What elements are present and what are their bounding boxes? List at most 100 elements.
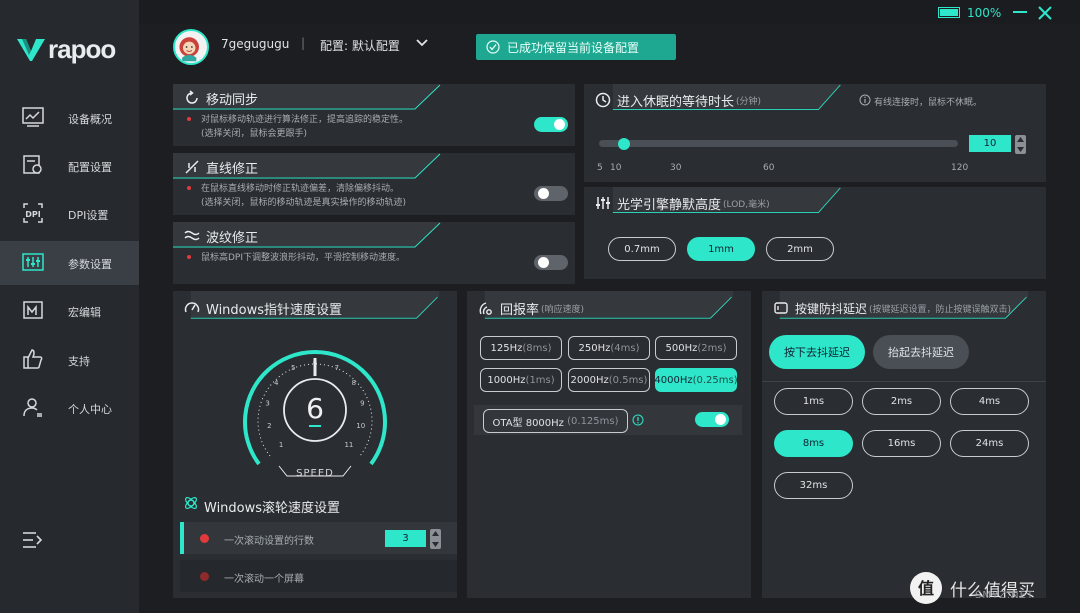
svg-text:DPI: DPI [25, 210, 41, 219]
scroll-screen-row[interactable] [180, 560, 457, 592]
polling-option-4000hz[interactable]: 4000Hz (0.25ms) [654, 368, 738, 392]
dial-number: 4 [274, 379, 279, 387]
debounce-option-1ms[interactable]: 1ms [774, 388, 853, 415]
panel-title: 按键防抖延迟 [795, 301, 868, 316]
check-circle-icon [486, 40, 500, 54]
dial-number: 9 [360, 400, 364, 408]
straight-line-toggle[interactable] [534, 186, 568, 201]
polling-option-2000hz[interactable]: 2000Hz (0.5ms) [568, 368, 650, 392]
lod-option-1mm[interactable]: 1mm [687, 237, 755, 261]
save-success-toast: 已成功保留当前设备配置 [476, 34, 676, 60]
panel-title: 光学引擎静默高度 [617, 197, 722, 213]
sliders-icon [22, 251, 44, 273]
sidebar-item-label: 支持 [68, 355, 90, 368]
dial-number: 11 [344, 441, 353, 449]
dial-number: 10 [356, 422, 365, 430]
option-sub: (0.125ms) [567, 415, 619, 427]
battery-level: 100% [967, 6, 1002, 20]
motion-sync-toggle[interactable] [534, 117, 568, 132]
slider-tick: 10 [610, 163, 622, 173]
minimize-button[interactable] [1013, 11, 1027, 13]
polling-option-250hz[interactable]: 250Hz (4ms) [568, 336, 650, 360]
dial-number: 8 [352, 379, 356, 387]
slider-tick: 60 [763, 163, 775, 173]
sidebar-item-label: 设备概况 [68, 113, 112, 126]
panel-unit: (LOD,毫米) [723, 199, 770, 210]
speed-label: SPEED [296, 468, 334, 479]
debounce-option-8ms[interactable]: 8ms [774, 430, 853, 457]
battery-icon [938, 7, 960, 18]
option-sub: (0.5ms) [608, 374, 648, 386]
sidebar-item-support[interactable]: 支持 [0, 338, 139, 382]
macro-icon [22, 299, 44, 321]
sleep-slider-track[interactable] [599, 140, 958, 147]
toast-text: 已成功保留当前设备配置 [507, 40, 640, 55]
sidebar-item-label: 参数设置 [68, 258, 112, 271]
avatar[interactable] [173, 29, 209, 65]
press-debounce-tab[interactable]: 按下去抖延迟 [769, 335, 865, 369]
header-separator: | [301, 36, 306, 50]
radio-unselected-dot[interactable] [200, 572, 209, 581]
debounce-option-2ms[interactable]: 2ms [862, 388, 941, 415]
debounce-option-24ms[interactable]: 24ms [950, 430, 1029, 457]
sleep-value-input[interactable]: 10 [969, 135, 1011, 152]
collapse-menu-icon[interactable] [22, 531, 44, 549]
polling-option-125hz[interactable]: 125Hz (8ms) [480, 336, 562, 360]
polling-option-1000hz[interactable]: 1000Hz (1ms) [480, 368, 562, 392]
svg-text:值: 值 [918, 579, 934, 598]
scroll-lines-input[interactable]: 3 [385, 530, 426, 547]
close-icon [1038, 6, 1052, 20]
panel-title: 进入休眠的等待时长 [617, 94, 735, 110]
sidebar-item-params[interactable]: 参数设置 [0, 241, 139, 285]
slider-tick: 30 [670, 163, 682, 173]
scroll-lines-label: 一次滚动设置的行数 [224, 536, 314, 547]
divider [762, 381, 1046, 382]
sidebar-item-device-overview[interactable]: 设备概况 [0, 96, 139, 140]
ota-toggle[interactable] [695, 412, 729, 427]
ripple-toggle[interactable] [534, 255, 568, 270]
sidebar-item-label: 配置设置 [68, 161, 112, 174]
debounce-option-16ms[interactable]: 16ms [862, 430, 941, 457]
lod-option-2mm[interactable]: 2mm [766, 237, 834, 261]
panel-unit: (按键延迟设置，防止按键误触双击) [869, 304, 1012, 315]
line-correction-icon [185, 160, 199, 174]
sleep-note: 有线连接时，鼠标不休眠。 [874, 98, 983, 108]
option-sub: (0.25ms) [692, 374, 738, 386]
sync-icon [186, 90, 198, 104]
close-button[interactable] [1036, 4, 1054, 22]
info-icon[interactable] [632, 414, 644, 426]
motion-sync-note: (选择关闭，鼠标会更跟手) [201, 129, 308, 139]
panel-title: 回报率 [500, 302, 540, 318]
lod-title-bar: 光学引擎静默高度 (LOD,毫米) [584, 187, 770, 219]
debounce-option-32ms[interactable]: 32ms [774, 472, 853, 499]
panel-title: 移动同步 [206, 92, 259, 108]
lod-option-0-7mm[interactable]: 0.7mm [608, 237, 676, 261]
sidebar-item-config[interactable]: 配置设置 [0, 144, 139, 188]
radio-selected-dot[interactable] [200, 534, 209, 543]
option-sub: (2ms) [697, 342, 727, 354]
bullet-dot [187, 186, 191, 190]
rapoo-logo: rapoo [16, 34, 116, 65]
polling-title-bar: 回报率 (响应速度) [467, 291, 584, 325]
chevron-down-icon[interactable] [415, 37, 429, 49]
sleep-stepper[interactable] [1015, 135, 1026, 154]
sidebar-item-profile[interactable]: 个人中心 [0, 386, 139, 430]
option-main: 500Hz [665, 342, 698, 354]
speed-value: 6 [306, 392, 324, 425]
dial-number: 5 [291, 364, 295, 372]
thumbs-up-icon [22, 348, 44, 370]
lod-panel: 光学引擎静默高度 (LOD,毫米) [584, 187, 1046, 279]
ota-8000hz-option[interactable]: OTA型 8000Hz (0.125ms) [483, 409, 628, 433]
debounce-option-4ms[interactable]: 4ms [950, 388, 1029, 415]
motion-sync-desc: 对鼠标移动轨迹进行算法修正，提高追踪的稳定性。 [201, 115, 409, 125]
sleep-slider-knob[interactable] [618, 138, 631, 150]
sidebar-item-macro[interactable]: 宏编辑 [0, 289, 139, 333]
scroll-lines-stepper[interactable] [430, 529, 441, 549]
sidebar-item-dpi[interactable]: DPI DPI设置 [0, 192, 139, 236]
straight-line-panel: 直线修正 在鼠标直线移动时修正轨迹偏差，清除偏移抖动。 (选择关闭，鼠标的移动轨… [173, 153, 575, 215]
profile-selector[interactable]: 配置: 默认配置 [320, 37, 400, 54]
polling-option-500hz[interactable]: 500Hz (2ms) [655, 336, 737, 360]
release-debounce-tab[interactable]: 抬起去抖延迟 [873, 335, 969, 369]
motion-sync-panel: 移动同步 对鼠标移动轨迹进行算法修正，提高追踪的稳定性。 (选择关闭，鼠标会更跟… [173, 84, 575, 146]
username: 7gegugugu [221, 37, 290, 51]
